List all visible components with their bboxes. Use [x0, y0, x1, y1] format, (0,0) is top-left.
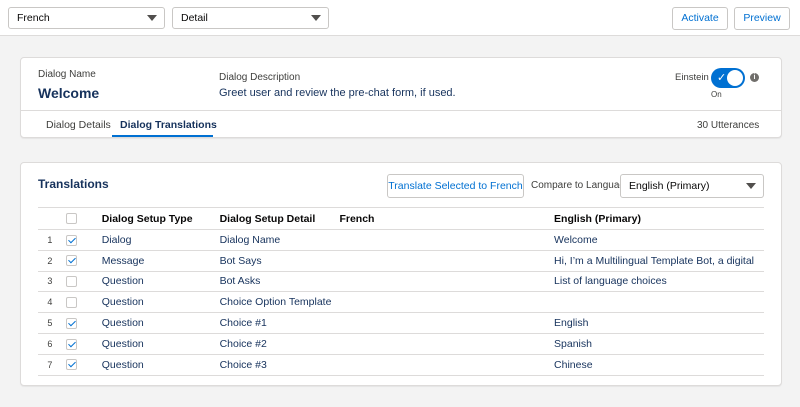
- english-cell: Chinese: [550, 354, 764, 376]
- setup-detail-cell: Choice #1: [215, 312, 336, 334]
- row-number-header: [38, 207, 62, 230]
- select-all-header: [61, 207, 98, 230]
- translations-table: Dialog Setup Type Dialog Setup Detail Fr…: [38, 207, 764, 376]
- language-select-value: French: [17, 12, 50, 24]
- select-all-checkbox[interactable]: [65, 213, 77, 225]
- row-number: 6: [38, 333, 62, 355]
- row-checkbox[interactable]: [65, 317, 77, 329]
- table-row[interactable]: 5 Question Choice #1 English: [38, 312, 764, 334]
- view-select[interactable]: Detail: [172, 7, 329, 29]
- column-header: English (Primary): [550, 207, 764, 230]
- row-checkbox[interactable]: [65, 338, 77, 350]
- top-toolbar: French Detail Activate Preview: [0, 0, 800, 36]
- view-select-value: Detail: [181, 12, 208, 24]
- english-cell: [550, 291, 764, 314]
- translations-title: Translations: [38, 177, 109, 191]
- table-header-row: Dialog Setup Type Dialog Setup Detail Fr…: [38, 207, 764, 230]
- english-cell: Hi, I’m a Multilingual Template Bot, a d…: [550, 250, 764, 272]
- setup-type-cell: Question: [97, 333, 216, 355]
- french-cell[interactable]: [335, 229, 551, 251]
- table-row[interactable]: 1 Dialog Dialog Name Welcome: [38, 229, 764, 251]
- dialog-name: Welcome: [38, 85, 100, 101]
- chevron-down-icon: [147, 15, 157, 21]
- compare-language-select[interactable]: English (Primary): [620, 174, 764, 198]
- english-cell: Welcome: [550, 229, 764, 251]
- english-cell: English: [550, 312, 764, 334]
- setup-type-cell: Dialog: [97, 229, 216, 251]
- table-row[interactable]: 3 Question Bot Asks List of language choice…: [38, 271, 764, 293]
- divider: [21, 110, 781, 111]
- einstein-toggle[interactable]: ✓: [711, 68, 745, 88]
- info-icon[interactable]: i: [750, 73, 759, 82]
- table-row[interactable]: 7 Question Choice #3 Chinese: [38, 354, 764, 376]
- french-cell[interactable]: [335, 354, 551, 376]
- row-number: 5: [38, 312, 62, 334]
- row-number: 7: [38, 354, 62, 376]
- setup-detail-cell: Bot Says: [215, 250, 336, 272]
- language-select[interactable]: French: [8, 7, 165, 29]
- column-header: French: [335, 207, 551, 230]
- table-row[interactable]: 6 Question Choice #2 Spanish: [38, 333, 764, 355]
- row-number: 3: [38, 271, 62, 293]
- setup-detail-cell: Choice #3: [215, 354, 336, 376]
- dialog-description-label: Dialog Description: [219, 72, 301, 83]
- french-cell[interactable]: [335, 312, 551, 334]
- french-cell[interactable]: [335, 271, 551, 293]
- row-checkbox[interactable]: [65, 297, 77, 308]
- einstein-label: Einstein: [675, 72, 709, 83]
- setup-detail-cell: Choice Option Template: [215, 291, 336, 314]
- active-tab-indicator: [112, 135, 213, 137]
- setup-type-cell: Question: [97, 291, 216, 314]
- english-cell: Spanish: [550, 333, 764, 355]
- setup-type-cell: Question: [97, 312, 216, 334]
- row-checkbox-cell: [61, 271, 98, 293]
- row-checkbox-cell: [61, 250, 98, 272]
- check-icon: ✓: [717, 72, 727, 84]
- chevron-down-icon: [311, 15, 321, 21]
- utterance-count: 30 Utterances: [697, 120, 760, 131]
- row-number: 2: [38, 250, 62, 272]
- column-header: Dialog Setup Detail: [215, 207, 336, 230]
- row-checkbox-cell: [61, 354, 98, 376]
- english-cell: List of language choices: [550, 271, 764, 293]
- table-row[interactable]: 4 Question Choice Option Template: [38, 291, 764, 314]
- french-cell[interactable]: [335, 333, 551, 355]
- activate-button[interactable]: Activate: [672, 7, 728, 30]
- row-checkbox-cell: [61, 333, 98, 355]
- row-checkbox-cell: [61, 229, 98, 251]
- setup-type-cell: Question: [97, 354, 216, 376]
- dialog-description: Greet user and review the pre-chat form,…: [219, 87, 456, 99]
- row-checkbox[interactable]: [65, 276, 77, 288]
- row-checkbox[interactable]: [65, 359, 77, 371]
- row-number: 1: [38, 229, 62, 251]
- setup-detail-cell: Dialog Name: [215, 229, 336, 251]
- setup-type-cell: Question: [97, 271, 216, 293]
- french-cell[interactable]: [335, 250, 551, 272]
- row-number: 4: [38, 291, 62, 314]
- tab-dialog-translations[interactable]: Dialog Translations: [120, 119, 217, 131]
- setup-detail-cell: Bot Asks: [215, 271, 336, 293]
- chevron-down-icon: [746, 183, 756, 189]
- translate-selected-button[interactable]: Translate Selected to French: [387, 174, 524, 198]
- setup-detail-cell: Choice #2: [215, 333, 336, 355]
- setup-type-cell: Message: [97, 250, 216, 272]
- compare-language-value: English (Primary): [629, 180, 710, 192]
- french-cell[interactable]: [335, 291, 551, 314]
- row-checkbox[interactable]: [65, 255, 77, 267]
- row-checkbox[interactable]: [65, 234, 77, 246]
- einstein-state: On: [711, 90, 722, 99]
- compare-language-label: Compare to Language: [531, 180, 631, 191]
- preview-button[interactable]: Preview: [734, 7, 790, 30]
- tab-dialog-details[interactable]: Dialog Details: [46, 119, 111, 131]
- column-header: Dialog Setup Type: [97, 207, 216, 230]
- dialog-name-label: Dialog Name: [38, 69, 96, 80]
- toggle-knob: [727, 70, 743, 86]
- row-checkbox-cell: [61, 291, 98, 314]
- table-row[interactable]: 2 Message Bot Says Hi, I’m a Multilingual T…: [38, 250, 764, 272]
- row-checkbox-cell: [61, 312, 98, 334]
